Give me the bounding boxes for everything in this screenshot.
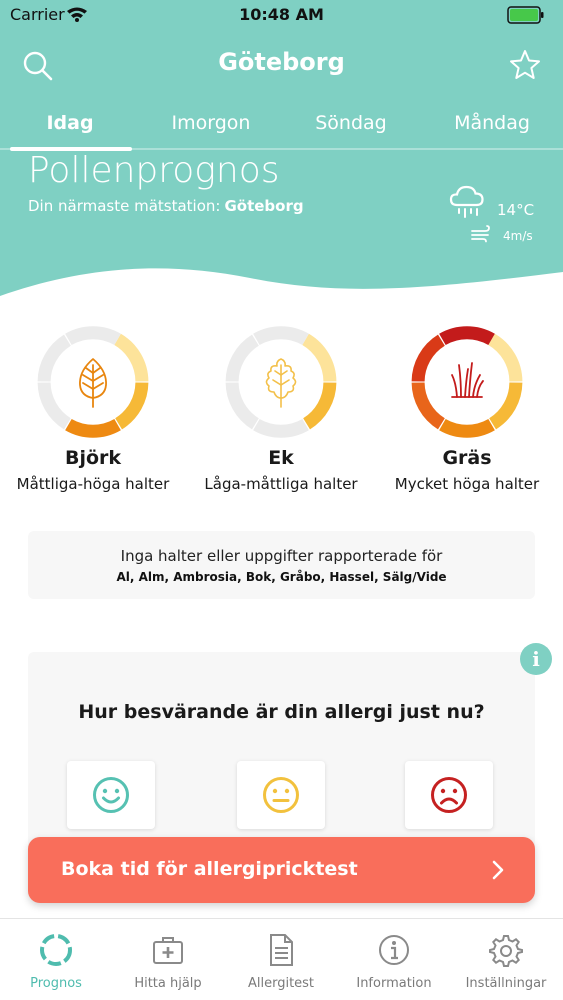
tabbar-label: Hitta hjälp: [134, 976, 202, 991]
book-allergy-test-button[interactable]: Boka tid för allergipricktest: [28, 837, 535, 903]
prognos-icon: [40, 934, 72, 966]
document-icon: [270, 934, 293, 966]
pollen-ek[interactable]: Ek Låga-måttliga halter: [191, 325, 371, 493]
station-info: Din närmaste mätstation: Göteborg: [28, 197, 304, 215]
sad-face-button[interactable]: [405, 761, 493, 829]
sad-face-icon: [431, 777, 467, 813]
info-icon: [379, 935, 409, 965]
cloud-rain-icon: [448, 184, 486, 224]
station-label: Din närmaste mätstation:: [28, 197, 221, 215]
bottom-tab-bar: Prognos Hitta hjälp Allergitest Informat…: [0, 918, 563, 1000]
medical-kit-icon: [153, 937, 183, 964]
station-name: Göteborg: [224, 197, 304, 215]
day-tabs: Idag Imorgon Söndag Måndag: [0, 110, 563, 151]
city-title: Göteborg: [218, 48, 345, 76]
pollen-level: Låga-måttliga halter: [204, 475, 358, 493]
neutral-face-icon: [263, 777, 299, 813]
tab-idag[interactable]: Idag: [0, 112, 140, 134]
allergy-question: Hur besvärande är din allergi just nu?: [78, 701, 485, 723]
pollen-name: Gräs: [442, 447, 492, 469]
pollen-gras[interactable]: Gräs Mycket höga halter: [377, 325, 557, 493]
birch-leaf-icon: [79, 358, 107, 408]
cta-label: Boka tid för allergipricktest: [61, 858, 358, 880]
neutral-face-button[interactable]: [237, 761, 325, 829]
temperature: 14°C: [497, 201, 535, 219]
info-icon[interactable]: i: [520, 643, 552, 675]
tabbar-hitta-hjalp[interactable]: Hitta hjälp: [112, 933, 224, 991]
no-data-notice: Inga halter eller uppgifter rapporterade…: [28, 531, 535, 599]
search-icon[interactable]: [22, 50, 54, 86]
chevron-right-icon: [491, 860, 505, 884]
wind-speed: 4m/s: [503, 229, 533, 243]
pollen-bjork[interactable]: Björk Måttliga-höga halter: [3, 325, 183, 493]
pollen-level: Mycket höga halter: [394, 475, 540, 493]
pollen-level: Måttliga-höga halter: [16, 475, 170, 493]
happy-face-icon: [93, 777, 129, 813]
battery-icon: [507, 6, 547, 28]
tabbar-label: Allergitest: [247, 976, 315, 991]
tabbar-prognos[interactable]: Prognos: [0, 933, 112, 991]
wind-icon: [470, 225, 492, 247]
happy-face-button[interactable]: [67, 761, 155, 829]
grass-icon: [451, 362, 484, 398]
tab-sondag[interactable]: Söndag: [281, 112, 421, 134]
tabbar-allergitest[interactable]: Allergitest: [225, 933, 337, 991]
pollen-name: Björk: [64, 447, 122, 469]
tabbar-label: Information: [356, 976, 432, 991]
gear-icon: [489, 935, 523, 967]
pollen-name: Ek: [268, 447, 294, 469]
clock: 10:48 AM: [239, 5, 324, 24]
pollen-level-ring: [411, 326, 523, 438]
forecast-title: Pollenprognos: [28, 150, 280, 191]
header-wave: [0, 268, 563, 310]
pollen-level-ring: [37, 326, 149, 438]
tabbar-label: Inställningar: [465, 976, 547, 991]
tab-mandag[interactable]: Måndag: [422, 112, 562, 134]
status-bar: Carrier 10:48 AM: [0, 0, 563, 30]
star-icon[interactable]: [509, 49, 541, 85]
tabbar-information[interactable]: Information: [338, 933, 450, 991]
tabbar-installningar[interactable]: Inställningar: [450, 933, 562, 991]
tabbar-label: Prognos: [30, 976, 82, 991]
tab-imorgon[interactable]: Imorgon: [141, 112, 281, 134]
no-data-text: Inga halter eller uppgifter rapporterade…: [120, 547, 443, 565]
no-data-species: Al, Alm, Ambrosia, Bok, Gråbo, Hassel, S…: [116, 570, 447, 584]
oak-leaf-icon: [265, 358, 297, 408]
pollen-level-ring: [225, 326, 337, 438]
